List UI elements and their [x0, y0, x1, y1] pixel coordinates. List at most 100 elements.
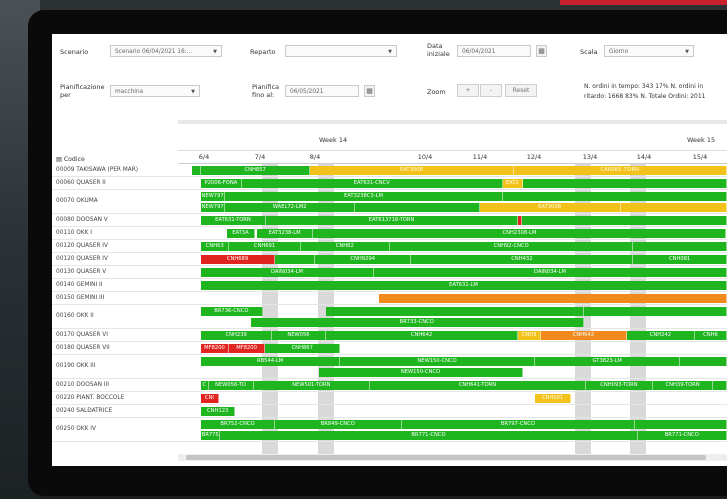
- gantt-bar[interactable]: CNH9294: [315, 255, 412, 264]
- gantt-bar[interactable]: CNH2308-LM: [313, 229, 727, 238]
- gantt-bar[interactable]: CNH6: [694, 331, 727, 340]
- gantt-bar[interactable]: [583, 307, 727, 316]
- gantt-bar[interactable]: NEW056: [272, 331, 326, 340]
- gantt-bar[interactable]: NEW797: [201, 192, 226, 201]
- gantt-bar[interactable]: CNH242: [626, 331, 695, 340]
- gantt-bar[interactable]: CNH689: [201, 255, 275, 264]
- gantt-bar[interactable]: MF8200: [228, 344, 266, 353]
- reparto-select[interactable]: ▼: [285, 45, 397, 57]
- gantt-bar[interactable]: GT3823-LM: [534, 357, 681, 366]
- gantt-bar[interactable]: [502, 192, 727, 201]
- gantt-bar[interactable]: [633, 242, 727, 251]
- gantt-bar[interactable]: NEW797: [201, 203, 226, 212]
- pianifica-input[interactable]: 06/05/2021: [285, 85, 359, 97]
- gantt-bar[interactable]: NEW150-CNCO: [340, 357, 535, 366]
- gantt-bar[interactable]: CNH642: [325, 331, 519, 340]
- gantt-bar[interactable]: CNI: [201, 394, 219, 403]
- gantt-bar[interactable]: EAT3008: [310, 166, 514, 175]
- gantt-bar[interactable]: CNH432: [411, 255, 634, 264]
- scrollbar-thumb[interactable]: [186, 455, 706, 460]
- gantt-bar[interactable]: CNH92-CNCO: [389, 242, 634, 251]
- gantt-bar[interactable]: CNH239: [201, 331, 273, 340]
- gantt-bar[interactable]: CNH123: [201, 407, 236, 416]
- gantt-bar[interactable]: MF8200: [201, 344, 229, 353]
- gantt-row: 00009 TAKISAWA (PER MAR) CNH857 EAT3008 CAR…: [52, 164, 727, 177]
- gantt-bar[interactable]: [713, 381, 727, 390]
- pianificazione-select[interactable]: macchina ▼: [110, 85, 200, 97]
- gantt-bar[interactable]: P2006-FONA: [201, 179, 242, 188]
- gantt-bar[interactable]: EAT2: [502, 179, 523, 188]
- gantt-bar[interactable]: NEW501-TORN: [253, 381, 371, 390]
- gantt-bar[interactable]: NEW150-CNCO: [318, 368, 524, 377]
- gantt-bar[interactable]: BR736-CNCO: [201, 307, 263, 316]
- data-iniziale-input[interactable]: 06/04/2021: [457, 45, 531, 57]
- gantt-bar[interactable]: EAT631-LM: [201, 281, 727, 290]
- gantt-bar[interactable]: CNH3: [518, 331, 541, 340]
- zoom-label: Zoom: [427, 88, 446, 96]
- gantt-bar[interactable]: EAT3238C3-LM: [225, 192, 503, 201]
- gantt-bar[interactable]: [634, 420, 727, 429]
- gantt-bar[interactable]: RB544-LM: [201, 357, 341, 366]
- zoom-in-button[interactable]: +: [457, 84, 479, 97]
- gantt-bar[interactable]: CNH641-TORN: [370, 381, 586, 390]
- horizontal-scrollbar[interactable]: [178, 454, 727, 461]
- gantt-bar[interactable]: EAT3008: [479, 203, 621, 212]
- gantt-bar[interactable]: BR771-CNCO: [637, 431, 727, 440]
- gantt-bar[interactable]: BR752-CNCO: [201, 420, 275, 429]
- gantt-bar[interactable]: BR733-CNCO: [250, 318, 584, 327]
- gantt-bar[interactable]: DAIN034-LM: [201, 268, 374, 277]
- list-icon: ▤: [56, 156, 62, 163]
- gantt-bar[interactable]: EAT3238-LM: [256, 229, 314, 238]
- scala-select[interactable]: Giorno ▼: [604, 45, 694, 57]
- gantt-bar[interactable]: CNH093-TORN: [585, 381, 654, 390]
- gantt-bar[interactable]: EAT631-TORN: [201, 216, 266, 225]
- gantt-bar[interactable]: BR849-CNCO: [274, 420, 402, 429]
- gantt-bar[interactable]: EAT3A: [227, 229, 255, 238]
- day-label: 6/4: [198, 153, 210, 161]
- gantt-bar[interactable]: [620, 203, 727, 212]
- machine-label: 00250 OKK IV: [56, 426, 96, 432]
- zoom-out-button[interactable]: -: [480, 84, 502, 97]
- gantt-bar[interactable]: DAIN034-LM: [373, 268, 727, 277]
- machine-label: 00150 GEMINI III: [56, 294, 105, 301]
- gantt-bar[interactable]: BR775: [201, 431, 221, 440]
- gantt-bar[interactable]: EAT613718-TORN: [265, 216, 519, 225]
- gantt-row: 00190 OKK III RB544-LM NEW150-CNCO GT3823-L…: [52, 355, 727, 379]
- gantt-bar[interactable]: [522, 179, 727, 188]
- gantt-bar[interactable]: BR797-CNCO: [401, 420, 635, 429]
- gantt-bar[interactable]: BR771-CNCO: [220, 431, 638, 440]
- gantt-bar[interactable]: [379, 294, 727, 303]
- gantt-bar[interactable]: C: [201, 381, 209, 390]
- gantt-bar[interactable]: [274, 255, 316, 264]
- gantt-bar[interactable]: CNH867: [265, 344, 341, 353]
- gantt-bar[interactable]: CNH691: [229, 242, 301, 251]
- gantt-bar[interactable]: CNH081: [633, 255, 727, 264]
- gantt-bar[interactable]: CNH82: [300, 242, 390, 251]
- machine-label: 00130 QUASER V: [56, 268, 107, 275]
- calendar-icon[interactable]: ▦: [364, 85, 375, 97]
- gantt-bar[interactable]: [680, 357, 727, 366]
- gantt-bar[interactable]: CAR083 -TORN: [513, 166, 727, 175]
- machine-label: 00120 QUASER IV: [56, 255, 108, 262]
- gantt-bar[interactable]: EAT631-CNCV: [241, 179, 503, 188]
- gantt-bar[interactable]: CNH001: [534, 394, 572, 403]
- gantt-row: 00160 OKK II BR736-CNCO BR733-CNCO: [52, 305, 727, 329]
- gantt-bar[interactable]: CNH642: [540, 331, 627, 340]
- gantt-row: 00110 OKK I EAT3A EAT3238-LM CNH2308-LM: [52, 227, 727, 240]
- gantt-bar[interactable]: NEW056-TO: [208, 381, 254, 390]
- gantt-bar[interactable]: CNH63: [201, 242, 230, 251]
- machine-label: 00210 DOOSAN III: [56, 381, 109, 388]
- gantt-bar[interactable]: CNH39-TORN: [653, 381, 714, 390]
- gantt-bar[interactable]: WAEL72-LM2: [225, 203, 356, 212]
- gantt-bar[interactable]: [192, 166, 202, 175]
- gantt-row: 00220 PIANT. BOCCOLE CNI CNH001: [52, 392, 727, 405]
- gantt-bar[interactable]: CNH857: [201, 166, 311, 175]
- codice-label: Codice: [63, 156, 85, 163]
- gantt-bar[interactable]: [522, 216, 727, 225]
- gantt-bar[interactable]: [355, 203, 480, 212]
- calendar-icon[interactable]: ▦: [536, 45, 547, 57]
- gantt-bar[interactable]: [325, 307, 584, 316]
- scenario-label: Scenario: [60, 48, 89, 56]
- reset-button[interactable]: Reset: [505, 84, 537, 97]
- scenario-select[interactable]: Scenario 06/04/2021 16:... ▼: [110, 45, 222, 57]
